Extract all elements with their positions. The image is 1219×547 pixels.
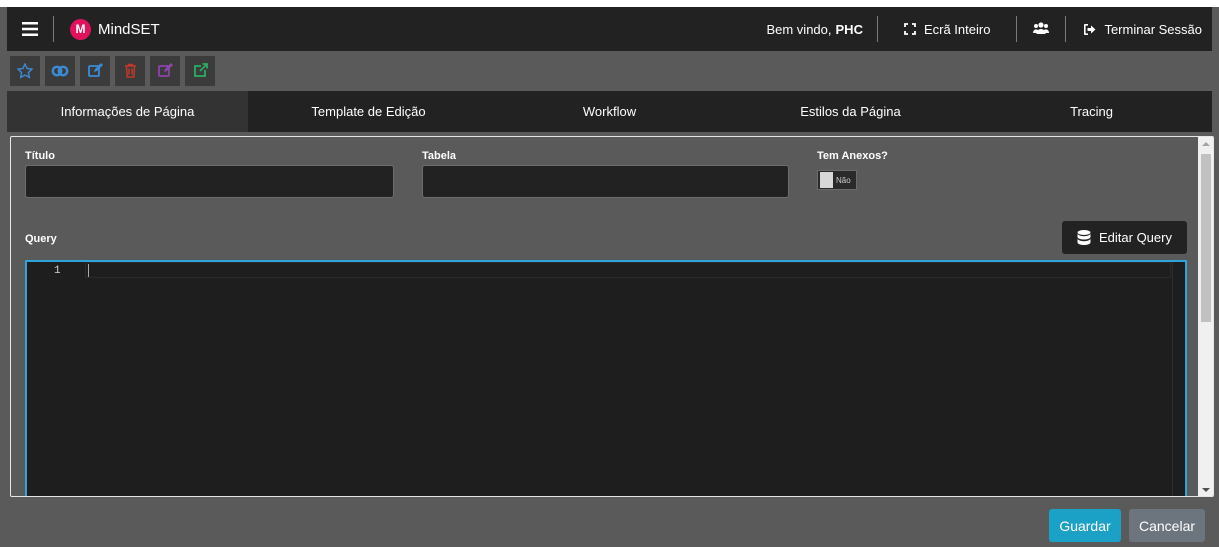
external-link-icon xyxy=(193,63,208,77)
link-icon xyxy=(51,65,69,76)
editor-ruler xyxy=(1172,262,1173,496)
page-info-panel: Título Tabela Tem Anexos? Não Query Edit… xyxy=(10,136,1214,497)
action-toolbar xyxy=(7,51,1212,90)
tab-estilos-pagina[interactable]: Estilos da Página xyxy=(730,91,971,132)
mindset-logo-icon: M xyxy=(70,18,91,40)
fullscreen-label: Ecrã Inteiro xyxy=(923,21,991,37)
external-edit-button[interactable] xyxy=(150,55,180,86)
save-button[interactable]: Guardar xyxy=(1049,509,1121,542)
favorite-button[interactable] xyxy=(10,55,40,86)
hamburger-menu-button[interactable] xyxy=(7,7,53,51)
line-number: 1 xyxy=(54,265,61,277)
tabela-field[interactable] xyxy=(422,165,789,198)
window-top-strip xyxy=(0,0,1219,7)
users-button[interactable] xyxy=(1017,7,1065,51)
titulo-label: Título xyxy=(25,150,55,162)
tem-anexos-label: Tem Anexos? xyxy=(817,150,888,162)
query-code-editor[interactable]: 1 xyxy=(25,260,1187,496)
welcome-text: Bem vindo, PHC xyxy=(752,7,877,51)
external-edit-icon xyxy=(157,63,173,77)
user-name: PHC xyxy=(835,21,863,37)
tab-template-edicao[interactable]: Template de Edição xyxy=(248,91,489,132)
fullscreen-button[interactable]: Ecrã Inteiro xyxy=(878,7,1016,51)
top-navbar: M MindSET Bem vindo, PHC Ecrã Inteiro Te… xyxy=(7,7,1212,51)
edit-button[interactable] xyxy=(80,55,110,86)
scroll-down-arrow-icon[interactable] xyxy=(1202,488,1210,492)
text-cursor xyxy=(88,264,89,277)
edit-icon xyxy=(87,63,103,77)
scroll-thumb[interactable] xyxy=(1201,154,1211,322)
panel-scrollbar[interactable] xyxy=(1198,137,1213,496)
logout-label: Terminar Sessão xyxy=(1104,21,1202,37)
trash-icon xyxy=(124,63,136,78)
editor-gutter: 1 xyxy=(27,262,85,496)
query-label: Query xyxy=(25,233,57,245)
tabela-label: Tabela xyxy=(422,150,457,162)
logout-button[interactable]: Terminar Sessão xyxy=(1066,7,1212,51)
external-link-button[interactable] xyxy=(185,55,215,86)
toggle-knob xyxy=(820,172,833,188)
cancel-button[interactable]: Cancelar xyxy=(1129,509,1205,542)
brand[interactable]: M MindSET xyxy=(54,18,160,40)
welcome-prefix: Bem vindo, xyxy=(766,21,832,37)
fullscreen-icon xyxy=(904,23,916,35)
current-line-highlight xyxy=(85,262,1171,278)
hamburger-icon xyxy=(22,22,38,36)
link-button[interactable] xyxy=(45,55,75,86)
delete-button[interactable] xyxy=(115,55,145,86)
sign-out-icon xyxy=(1084,23,1096,35)
toggle-state-text: Não xyxy=(836,175,851,185)
tab-informacoes-pagina[interactable]: Informações de Página xyxy=(7,91,248,132)
app-name: MindSET xyxy=(98,20,160,38)
tab-tracing[interactable]: Tracing xyxy=(971,91,1212,132)
database-icon xyxy=(1077,229,1091,246)
star-icon xyxy=(17,62,33,79)
scroll-up-arrow-icon[interactable] xyxy=(1202,142,1210,146)
titulo-field[interactable] xyxy=(25,165,394,198)
edit-query-button[interactable]: Editar Query xyxy=(1062,221,1187,254)
edit-query-label: Editar Query xyxy=(1099,230,1172,245)
users-icon xyxy=(1033,21,1050,37)
page-tabs: Informações de Página Template de Edição… xyxy=(7,91,1212,132)
navbar-right: Bem vindo, PHC Ecrã Inteiro Terminar Ses… xyxy=(752,7,1212,51)
tab-workflow[interactable]: Workflow xyxy=(489,91,730,132)
tem-anexos-toggle[interactable]: Não xyxy=(817,170,857,190)
